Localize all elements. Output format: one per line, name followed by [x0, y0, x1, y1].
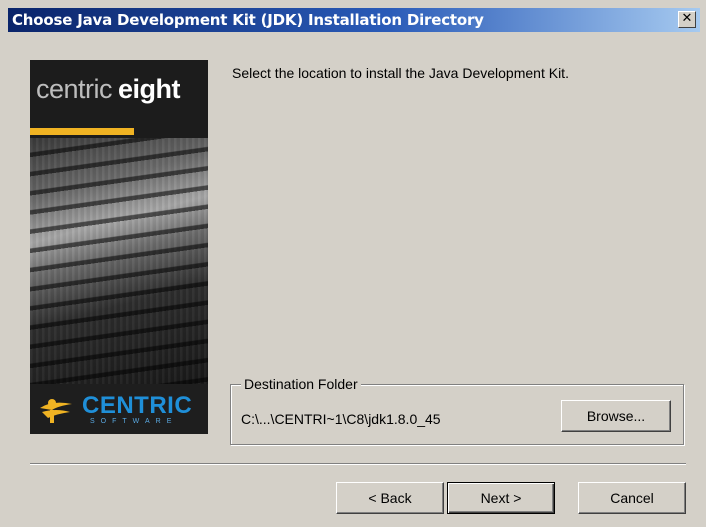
company-brand: CENTRIC SOFTWARE — [30, 384, 208, 434]
cancel-button[interactable]: Cancel — [578, 482, 686, 514]
destination-folder-group: Destination Folder C:\...\CENTRI~1\C8\jd… — [230, 376, 684, 445]
installer-dialog: Choose Java Development Kit (JDK) Instal… — [0, 0, 706, 527]
close-icon: ✕ — [681, 11, 693, 26]
branding-sidebar: centric eight CENTRIC SOFTWARE — [30, 60, 208, 434]
sidebar-photo — [30, 138, 208, 400]
close-button[interactable]: ✕ — [678, 11, 696, 28]
destination-path: C:\...\CENTRI~1\C8\jdk1.8.0_45 — [241, 411, 441, 427]
title-bar[interactable]: Choose Java Development Kit (JDK) Instal… — [8, 8, 700, 32]
centric-logo-icon — [40, 399, 72, 423]
logo-word-centric: centric — [36, 74, 113, 104]
instruction-text: Select the location to install the Java … — [232, 65, 569, 81]
brand-name: CENTRIC — [82, 392, 193, 419]
destination-folder-legend: Destination Folder — [241, 376, 361, 392]
window-title: Choose Java Development Kit (JDK) Instal… — [12, 11, 484, 29]
product-logo: centric eight — [36, 74, 181, 105]
next-button[interactable]: Next > — [447, 482, 555, 514]
browse-button[interactable]: Browse... — [561, 400, 671, 432]
brand-subtitle: SOFTWARE — [90, 418, 178, 425]
back-button[interactable]: < Back — [336, 482, 444, 514]
logo-accent-bar — [30, 128, 134, 135]
button-separator — [30, 463, 686, 465]
logo-word-eight: eight — [118, 74, 181, 104]
